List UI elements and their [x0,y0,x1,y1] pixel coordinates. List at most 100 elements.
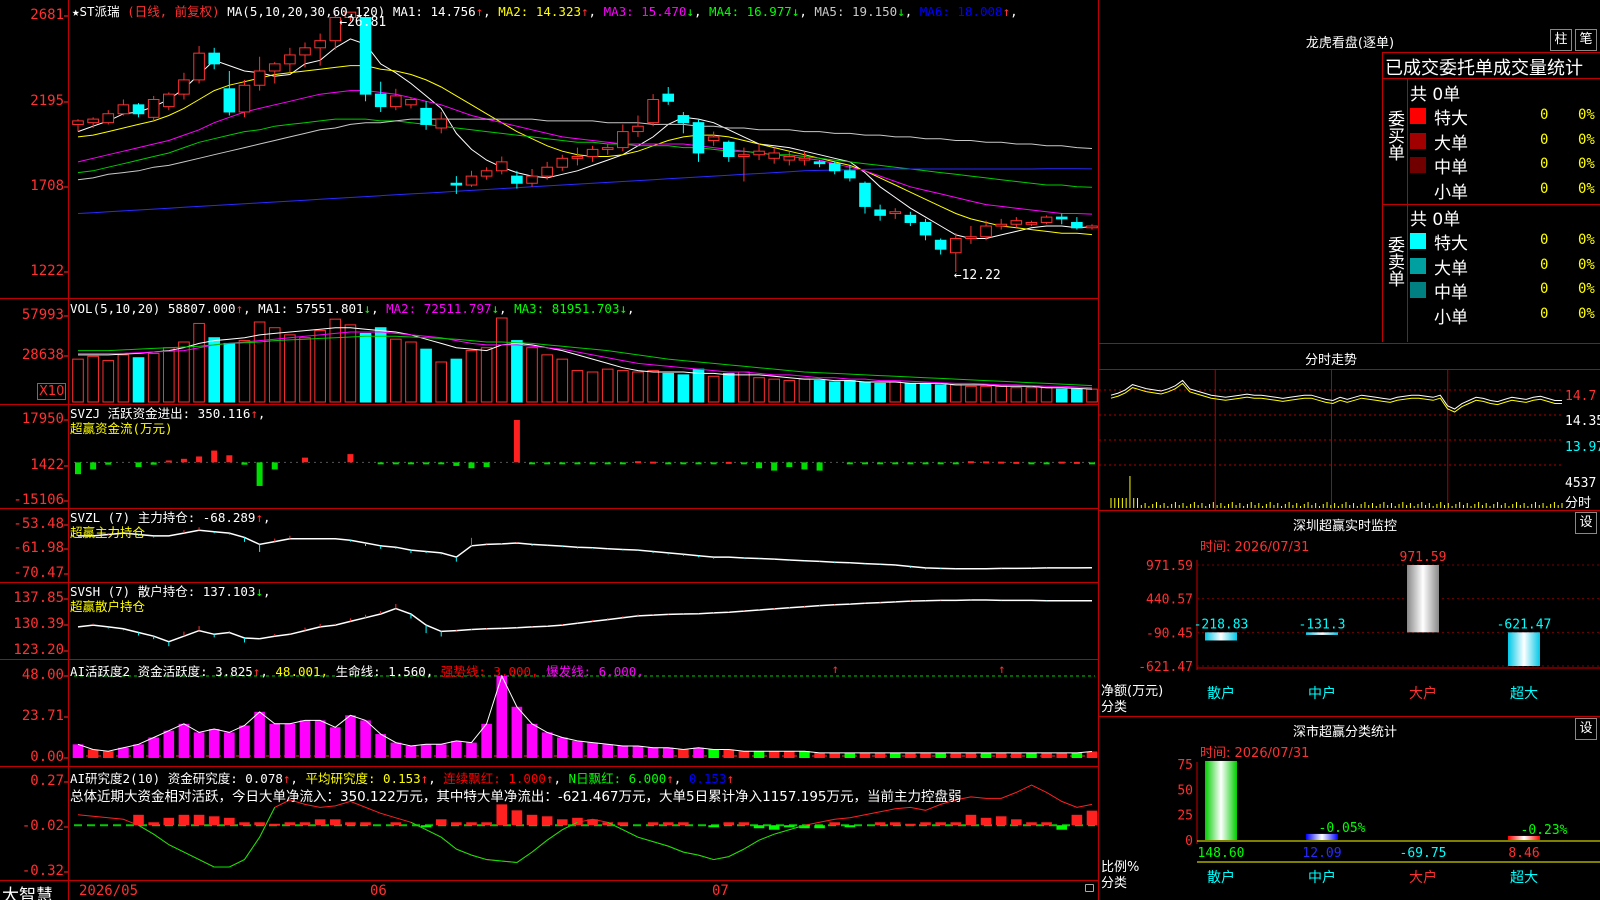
price-tick-3: 1222 [30,263,64,279]
ma-value-1: 14.323 [528,4,582,19]
ai-active-bar [435,744,447,758]
price-tick-0: 2681 [30,7,64,23]
ai-research-bar [814,825,825,829]
sz-class-category-3: 超大 [1510,870,1538,886]
ai-active-v1: 48.001, [275,664,329,679]
volume-header: VOL(5,10,20) 58807.000↑, MA1: 57551.801↓… [70,301,635,316]
volume-bar [707,375,720,403]
ai-active-bar [859,752,871,758]
intraday-chart[interactable] [1099,370,1564,510]
volume-bar [102,360,115,403]
ai-active-bar [526,723,538,758]
svzj-bar [1043,462,1050,465]
stock-name[interactable]: ★ST派瑞 [72,4,120,19]
sz-monitor-settings-button[interactable]: 设 [1575,512,1597,534]
svsh-arrow: ↓ [255,584,263,599]
ai-active-bar [360,720,371,758]
ai-active-bar [1041,752,1052,758]
dt-side-divider [1407,78,1408,342]
sz-class-category-0: 散户 [1207,869,1235,886]
intraday-avg-line [1110,382,1562,413]
svzj-bar [392,462,399,465]
sz-class-ytick-1: 50 [1177,783,1193,798]
vol-value: 58807.000 [167,301,236,316]
ai-research-bar [284,822,296,826]
ai-research-line-low [774,829,790,835]
ai-active-bar [557,737,568,758]
svzj-tick-2: -15106 [13,492,64,508]
ai-active-bar [587,742,598,758]
ai-research-bar [526,814,538,826]
volume-bar [949,384,962,403]
ai-research-line-low [622,829,639,838]
ai-active-bar [753,751,765,758]
ai-active-bar [905,752,916,758]
candle [707,136,720,141]
volume-bar [586,371,599,403]
candle [390,95,402,108]
candle [662,93,675,102]
candle [692,122,705,154]
candle [828,163,841,172]
candle [284,54,296,65]
lock-icon[interactable] [1085,884,1094,892]
vol-tick-0: 57993 [21,307,64,323]
sz-class-bottom-value-2: -69.75 [1400,846,1447,861]
ai-active-tick-2: 0.00 [30,749,64,765]
ma-label-5: MA6: [912,4,950,19]
intraday-price-2: 13.97 [1565,440,1600,455]
candle [420,107,432,125]
svzj-bar [423,462,430,465]
ai-research-bar [511,810,523,826]
sz-class-settings-button[interactable]: 设 [1575,718,1597,740]
svzj-bar [241,462,248,465]
svzj-bar [1073,461,1080,464]
candle [405,98,417,106]
ai-research-tick-1: -0.02 [21,818,64,834]
vol-ma-label-2: MA3: [506,301,545,316]
sz-monitor-value-1: -131.3 [1299,617,1346,632]
candle [178,79,190,95]
svzj-bar [983,461,990,464]
ai-research-bar [481,822,492,826]
bar-mode-button[interactable]: 柱 [1550,29,1572,51]
ai-research-line-low [743,839,760,850]
ma-value-0: 14.756 [422,4,476,19]
svzj-bar [922,462,929,465]
svzj-bar [740,462,747,465]
ai-active-bar [299,720,311,758]
volume-bar [1010,387,1023,403]
sz-monitor-value-3: -621.47 [1497,617,1552,632]
svzj-bar [695,462,702,465]
candle [163,93,175,108]
svzl-header: SVZL (7) 主力持仓: -68.289↑, 超赢主力持仓 [70,510,271,540]
main-chart-svg[interactable]: ←26.81←12.22↑ ↑ [0,0,1100,900]
ai-research-bar [995,816,1007,826]
ai-research-bar [1086,810,1098,826]
volume-bar [995,385,1007,403]
tick-mode-button[interactable]: 笔 [1575,29,1597,51]
brand-label: 大智慧 [2,886,53,900]
ai-research-bar [329,819,341,826]
ai-active-bar [420,744,432,758]
candle [934,239,947,250]
svzj-arrow: ↑ [250,406,258,421]
ai-research-line-low [440,836,457,850]
vol-ma-value-1: 72511.797 [416,301,492,316]
candle [495,161,508,172]
ai-research-bar [647,822,659,826]
sz-monitor-bar-0 [1205,632,1237,641]
svsh-tick-1: 130.39 [13,616,64,632]
ai-active-bar [889,752,901,758]
svzl-arrow: ↑ [255,510,263,525]
vol-params: VOL(5,10,20) [70,301,161,316]
ma-sep-5: , [1010,4,1018,19]
ai-research-bar [239,822,250,826]
volume-bar [556,358,569,403]
volume-bar [284,334,296,403]
sep-research-axis [0,880,1099,881]
volume-bar [405,341,417,403]
volume-bar [526,347,538,403]
ai-active-bar [284,723,296,758]
ai-research-bar [965,814,977,826]
